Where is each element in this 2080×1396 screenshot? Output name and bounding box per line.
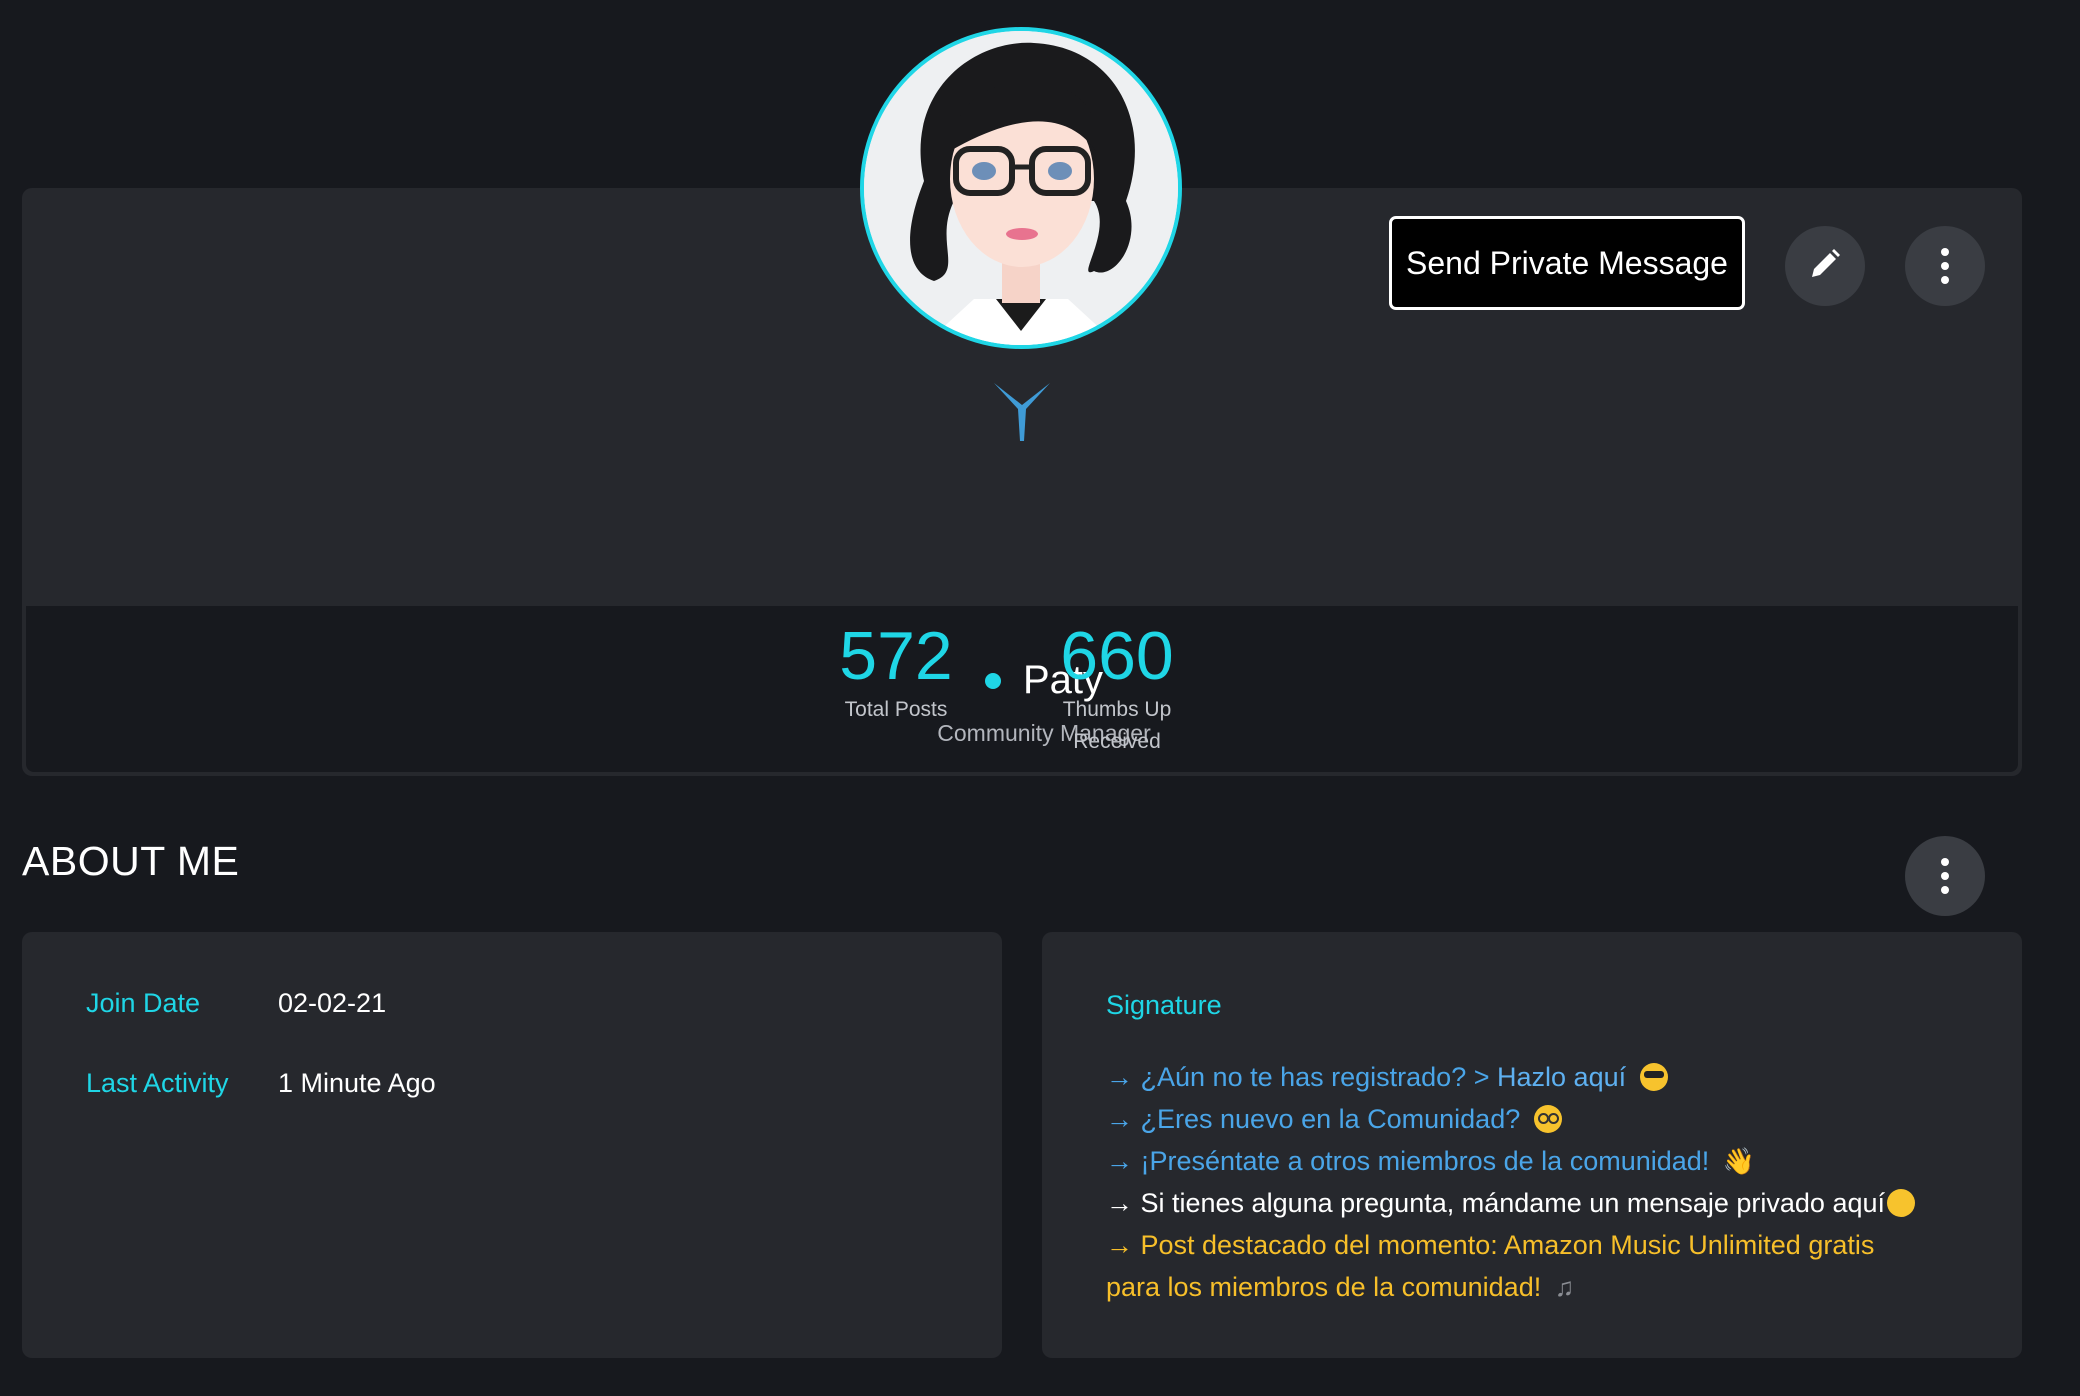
signature-line: → ¿Eres nuevo en la Comunidad? [1106,1098,1986,1140]
pencil-icon [1808,247,1842,286]
profile-page: Paty Community Manager 572 Total Posts 6… [0,0,2080,1396]
featured-post-link-cont[interactable]: para los miembros de la comunidad! [1106,1272,1541,1302]
stat-label-line1: Thumbs Up [1062,698,1172,721]
stat-value: 660 [1060,618,1174,694]
signature-content: → ¿Aún no te has registrado? > Hazlo aqu… [1106,1056,1986,1308]
signature-panel: Signature → ¿Aún no te has registrado? >… [1042,932,2022,1358]
private-message-link[interactable]: → Si tienes alguna pregunta, mándame un … [1106,1188,1885,1218]
signature-line: → Si tienes alguna pregunta, mándame un … [1106,1182,1986,1224]
edit-profile-button[interactable] [1785,226,1865,306]
details-panel: Join Date 02-02-21 Last Activity 1 Minut… [22,932,1002,1358]
featured-post-link[interactable]: → Post destacado del momento: Amazon Mus… [1106,1230,1874,1260]
thinking-emoji-icon [1887,1189,1915,1217]
send-private-message-button[interactable]: Send Private Message [1389,216,1745,310]
more-vertical-icon [1941,858,1949,894]
stat-total-posts: 572 Total Posts [796,620,996,726]
nerd-emoji-icon [1533,1105,1562,1133]
signature-title: Signature [1106,990,1222,1020]
stat-label: Total Posts [844,698,948,721]
new-member-link[interactable]: → ¿Eres nuevo en la Comunidad? [1106,1104,1520,1134]
avatar-woman-glasses-icon[interactable] [860,27,1182,349]
about-me-title: ABOUT ME [22,838,240,884]
sunglasses-emoji-icon [1639,1063,1668,1091]
music-note-emoji-icon: ♫ [1554,1272,1575,1302]
signature-line: → ¡Preséntate a otros miembros de la com… [1106,1140,1986,1182]
introduce-link[interactable]: → ¡Preséntate a otros miembros de la com… [1106,1146,1709,1176]
stat-value: 572 [839,618,953,694]
more-vertical-icon [1941,248,1949,284]
about-more-button[interactable] [1905,836,1985,916]
signature-line: para los miembros de la comunidad! ♫ [1106,1266,1986,1308]
arrow-text: → [1106,1062,1133,1092]
last-activity-value: 1 Minute Ago [278,1068,436,1098]
last-activity-label: Last Activity [86,1068,229,1098]
waving-hand-emoji-icon: 👋 [1722,1146,1756,1176]
join-date-label: Join Date [86,988,201,1018]
join-date-value: 02-02-21 [278,988,387,1018]
signature-line: → ¿Aún no te has registrado? > Hazlo aqu… [1106,1056,1986,1098]
stat-label-line2: Received [1073,730,1161,753]
register-link[interactable]: Hazlo aquí [1497,1062,1626,1092]
signature-text: ¿Aún no te has registrado? > [1140,1062,1490,1092]
stat-thumbs-up: 660 Thumbs Up Received [1017,620,1217,758]
rank-chevron-icon [990,375,1054,445]
signature-line: → Post destacado del momento: Amazon Mus… [1106,1224,1986,1266]
profile-more-button[interactable] [1905,226,1985,306]
